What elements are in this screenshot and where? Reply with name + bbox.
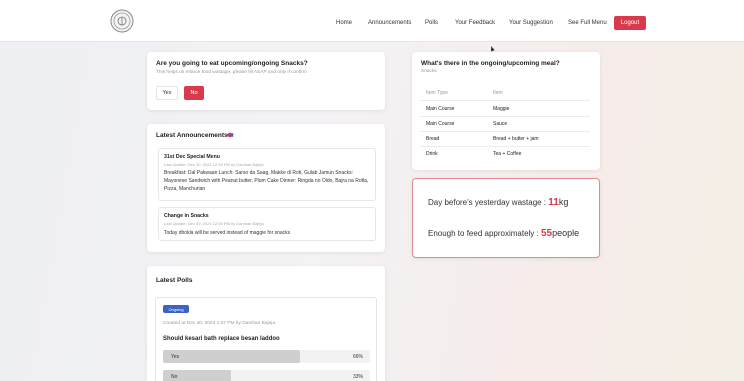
polls-title: Latest Polls <box>156 277 193 284</box>
nav-full-menu-link[interactable]: See Full Menu <box>568 20 607 26</box>
announcement-meta: Last Update: Dec 30, 2024 12:35 PM by Da… <box>164 221 264 226</box>
poll-option-bar <box>163 350 300 363</box>
snack-hint: This helps us reduce food wastage, pleas… <box>156 70 307 75</box>
feed-line: Enough to feed approximately : 55people <box>428 228 579 239</box>
announcement-meta: Last Update: Dec 30, 2024 12:39 PM by Da… <box>164 162 264 167</box>
poll-option-label: No <box>171 374 178 380</box>
meal-item-type: Drink <box>426 151 438 157</box>
nav-home-link[interactable]: Home <box>336 20 352 26</box>
wastage-card <box>412 178 600 258</box>
table-row: Drink Tea + Coffee <box>420 147 590 162</box>
announcements-title: Latest Announcements <box>156 132 228 139</box>
mouse-cursor-icon <box>489 45 495 52</box>
meal-item-name: Tea + Coffee <box>493 151 522 157</box>
nav-suggestion-link[interactable]: Your Suggestion <box>509 20 553 26</box>
nav-announcements-link[interactable]: Announcements <box>368 20 411 26</box>
poll-option-yes[interactable]: Yes 66% <box>163 350 370 363</box>
table-row: Main Course Maggie <box>420 102 590 117</box>
poll-question: Should kesari bath replace besan laddoo <box>163 336 280 342</box>
college-seal-icon[interactable] <box>110 9 134 33</box>
snack-question: Are you going to eat upcoming/ongoing Sn… <box>156 60 308 67</box>
feed-label: Enough to feed approximately : <box>428 229 539 238</box>
meal-table-header: Item Type Item <box>420 86 590 101</box>
yes-button[interactable]: Yes <box>156 86 178 100</box>
meal-title: What's there in the ongoing/upcoming mea… <box>421 60 560 67</box>
megaphone-icon <box>226 132 234 138</box>
poll-option-label: Yes <box>171 354 180 360</box>
feed-unit: people <box>552 228 580 238</box>
meal-item-name: Maggie <box>493 106 510 112</box>
column-header-type: Item Type <box>426 90 448 96</box>
announcement-body: Today dhokla will be served instead of m… <box>164 230 291 236</box>
meal-item-name: Sauce <box>493 121 508 127</box>
announcement-item[interactable]: 31st Dec Special Menu Last Update: Dec 3… <box>158 148 376 201</box>
nav-feedback-link[interactable]: Your Feedback <box>455 20 495 26</box>
meal-subtitle: Snacks <box>421 69 437 74</box>
announcement-title: Change in Snacks <box>164 213 209 219</box>
poll-option-percent: 66% <box>352 354 363 360</box>
announcement-item[interactable]: Change in Snacks Last Update: Dec 30, 20… <box>158 207 376 241</box>
poll-option-no[interactable]: No 33% <box>163 370 370 381</box>
meal-item-type: Main Course <box>426 121 455 127</box>
wastage-line: Day before's yesterday wastage : 11kg <box>428 197 568 208</box>
poll-option-percent: 33% <box>352 374 363 380</box>
table-row: Bread Bread + butter + jam <box>420 132 590 147</box>
table-row: Main Course Sauce <box>420 117 590 132</box>
column-header-item: Item <box>493 90 503 96</box>
navbar: Home Announcements Polls Your Feedback Y… <box>0 0 744 42</box>
poll-status-badge: Ongoing <box>163 305 189 313</box>
feed-value: 55 <box>540 228 553 239</box>
wastage-unit: kg <box>558 197 569 207</box>
meal-item-name: Bread + butter + jam <box>493 136 539 142</box>
wastage-label: Day before's yesterday wastage : <box>428 198 547 207</box>
announcement-body: Breakfast: Dal Pakwaan Lunch: Sarso da S… <box>164 170 369 192</box>
no-button[interactable]: No <box>184 86 204 100</box>
announcement-title: 31st Dec Special Menu <box>164 154 220 160</box>
meal-item-type: Bread <box>426 136 440 142</box>
poll-created-meta: Created at Dec 30, 2024 1:07 PM by Darsh… <box>163 321 275 326</box>
nav-polls-link[interactable]: Polls <box>425 20 438 26</box>
wastage-value: 11 <box>548 197 559 208</box>
logout-button[interactable]: Logout <box>614 16 646 30</box>
meal-item-type: Main Course <box>426 106 455 112</box>
